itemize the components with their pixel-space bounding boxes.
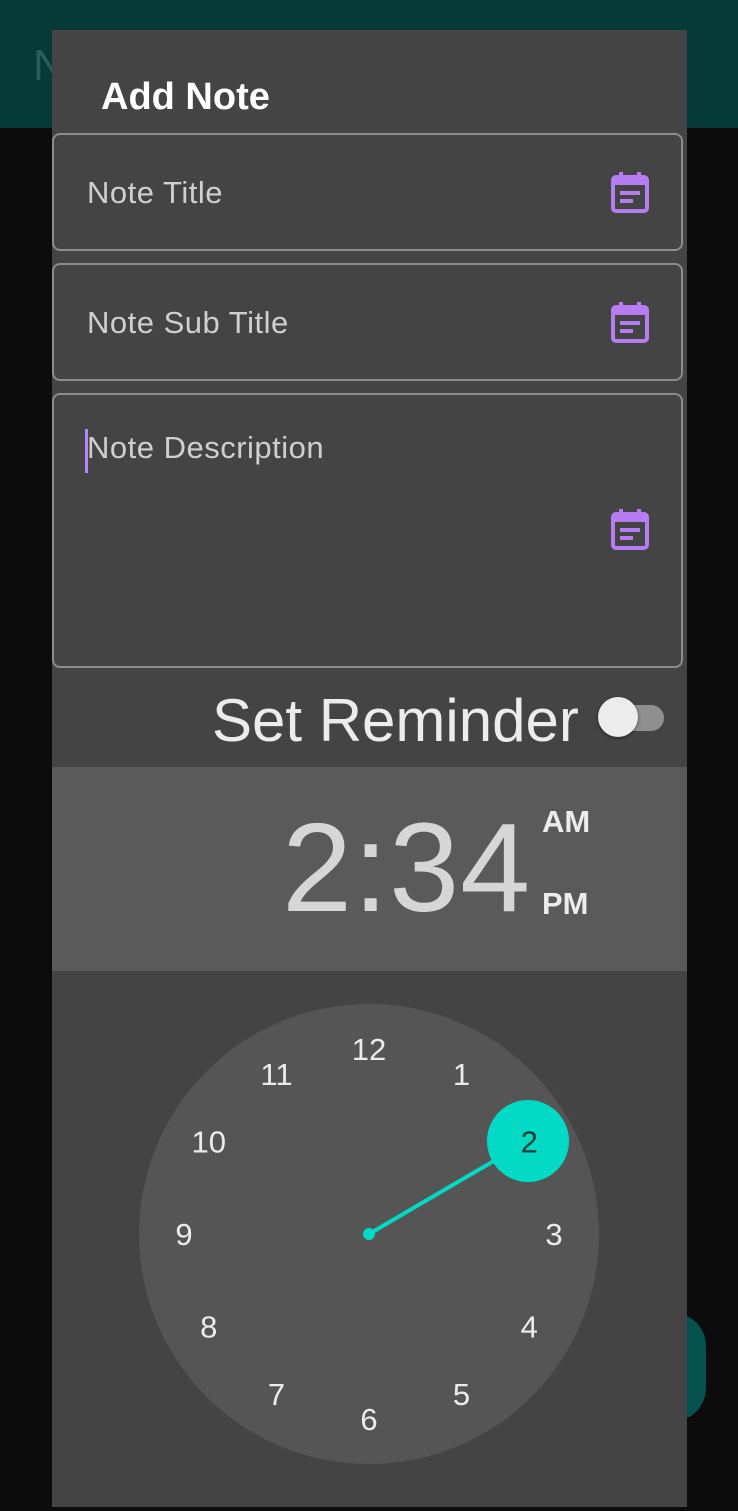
note-subtitle-field[interactable]: Note Sub Title <box>52 263 683 381</box>
clock-hour-1[interactable]: 1 <box>453 1057 470 1092</box>
clock-hour-5[interactable]: 5 <box>453 1377 470 1412</box>
clock-hour-7[interactable]: 7 <box>268 1377 285 1412</box>
clock-hour-9[interactable]: 9 <box>175 1217 192 1252</box>
reminder-switch-thumb[interactable] <box>598 697 638 737</box>
calendar-note-icon[interactable] <box>611 171 649 213</box>
clock-hour-10[interactable]: 10 <box>192 1125 226 1160</box>
note-title-placeholder: Note Title <box>87 175 223 210</box>
pm-toggle[interactable]: PM <box>542 886 589 922</box>
note-title-field[interactable]: Note Title <box>52 133 683 251</box>
calendar-note-icon[interactable] <box>611 508 649 550</box>
clock-hour-6[interactable]: 6 <box>360 1402 377 1437</box>
clock-area: 12 1 2 3 4 5 6 7 8 9 10 11 <box>52 971 687 1507</box>
clock-hour-8[interactable]: 8 <box>200 1310 217 1345</box>
clock-hour-2[interactable]: 2 <box>521 1125 538 1160</box>
note-subtitle-placeholder: Note Sub Title <box>87 305 289 340</box>
set-reminder-label: Set Reminder <box>212 687 579 754</box>
clock-hour-4[interactable]: 4 <box>521 1310 538 1345</box>
dialog-title: Add Note <box>101 76 270 118</box>
clock-hour-3[interactable]: 3 <box>545 1217 562 1252</box>
clock-hour-12[interactable]: 12 <box>352 1032 386 1067</box>
add-note-dialog: Add Note Note Title Note Sub Title Note … <box>52 30 687 1507</box>
clock-hour-11[interactable]: 11 <box>260 1057 292 1092</box>
note-description-field[interactable]: Note Description <box>52 393 683 668</box>
selected-time[interactable]: 2:34 <box>282 798 531 938</box>
am-toggle[interactable]: AM <box>542 804 590 840</box>
note-description-placeholder: Note Description <box>87 430 325 465</box>
clock-center-dot <box>363 1228 375 1240</box>
clock-face[interactable]: 121234567891011 <box>52 971 687 1507</box>
calendar-note-icon[interactable] <box>611 301 649 343</box>
